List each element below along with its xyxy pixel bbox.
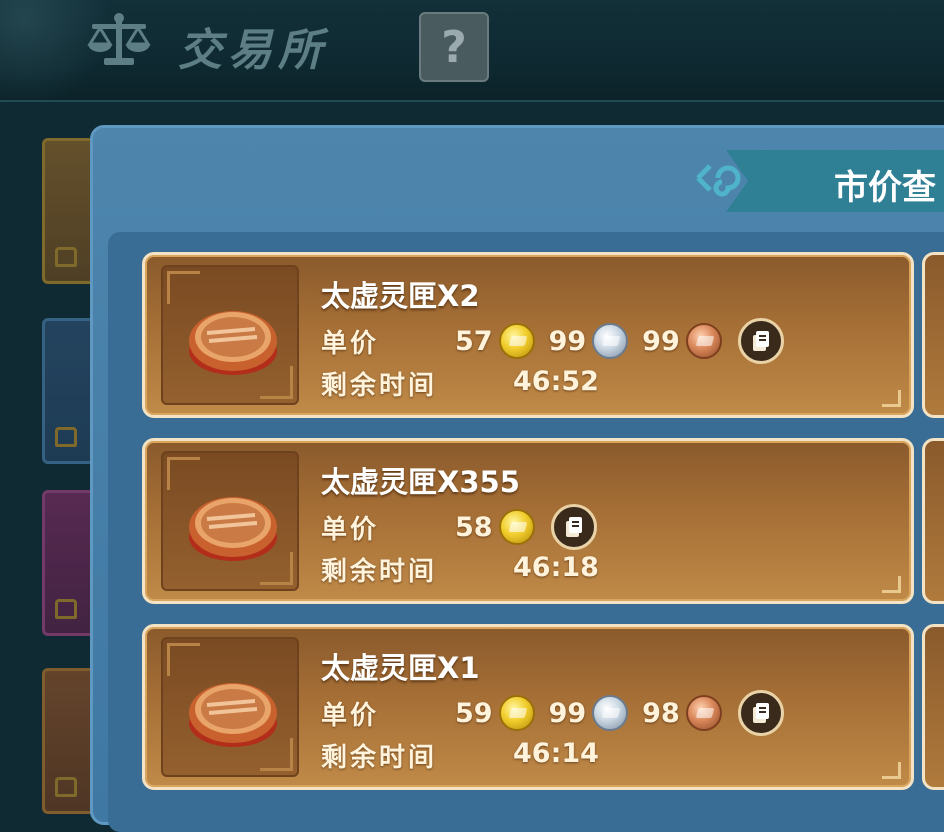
listing-card-right[interactable]	[922, 438, 944, 604]
time-left-value: 46:18	[513, 552, 599, 583]
treasure-box-icon	[189, 311, 277, 375]
gold-amount: 57	[455, 325, 493, 357]
time-left-label: 剩余时间	[321, 371, 438, 401]
time-left-value: 46:52	[513, 366, 599, 397]
corner-mark	[882, 762, 901, 779]
listing-card-right[interactable]	[922, 252, 944, 418]
price-row: 59 99 98	[455, 690, 784, 736]
copper-coin-icon	[685, 323, 722, 359]
lock-icon	[55, 777, 77, 797]
silver-coin-icon	[592, 323, 629, 359]
document-icon	[752, 331, 769, 351]
price-row: 58	[455, 504, 597, 550]
gold-coin-icon	[498, 323, 535, 359]
item-name: 太虚灵匣X2	[321, 279, 480, 313]
listing-card[interactable]: 太虚灵匣X2 单价 57 99 99 剩余时间 46:52	[142, 252, 914, 418]
time-left-label: 剩余时间	[321, 557, 438, 587]
silver-amount: 99	[548, 697, 587, 729]
copper-amount: 99	[642, 325, 680, 357]
gold-coin-icon	[498, 695, 535, 731]
gold-amount: 58	[455, 511, 493, 543]
document-icon	[565, 517, 582, 537]
unit-price-label: 单价	[321, 701, 380, 731]
gold-coin-icon	[498, 509, 535, 545]
silver-amount: 99	[548, 325, 587, 357]
gold-amount: 59	[455, 697, 493, 729]
tab-market-price-label: 市价查	[834, 168, 936, 208]
corner-mark	[882, 576, 901, 593]
detail-button[interactable]	[737, 318, 784, 364]
price-row: 57 99 99	[455, 318, 784, 364]
tab-market-price[interactable]: 市价查	[726, 150, 944, 212]
item-slot[interactable]	[161, 637, 299, 777]
copper-amount: 98	[642, 697, 680, 729]
listing-card-right[interactable]	[922, 624, 944, 790]
treasure-box-icon	[189, 497, 277, 561]
listing-card[interactable]: 太虚灵匣X355 单价 58 剩余时间 46:18	[142, 438, 914, 604]
silver-coin-icon	[592, 695, 629, 731]
balance-scale-icon	[87, 13, 151, 65]
exchange-header: 交易所 ?	[0, 0, 944, 102]
item-slot[interactable]	[161, 265, 299, 405]
item-name: 太虚灵匣X355	[321, 465, 520, 499]
detail-button[interactable]	[737, 690, 784, 736]
page-title: 交易所	[178, 25, 328, 76]
lock-icon	[55, 427, 77, 447]
detail-button[interactable]	[550, 504, 597, 550]
treasure-box-icon	[189, 683, 277, 747]
listing-card[interactable]: 太虚灵匣X1 单价 59 99 98 剩余时间 46:14	[142, 624, 914, 790]
copper-coin-icon	[685, 695, 722, 731]
time-left-value: 46:14	[513, 738, 599, 769]
item-name: 太虚灵匣X1	[321, 651, 480, 685]
lock-icon	[55, 247, 77, 267]
unit-price-label: 单价	[321, 329, 380, 359]
corner-mark	[882, 390, 901, 407]
time-left-label: 剩余时间	[321, 743, 438, 773]
item-slot[interactable]	[161, 451, 299, 591]
help-button[interactable]: ?	[419, 12, 489, 82]
lock-icon	[55, 599, 77, 619]
unit-price-label: 单价	[321, 515, 380, 545]
document-icon	[752, 703, 769, 723]
